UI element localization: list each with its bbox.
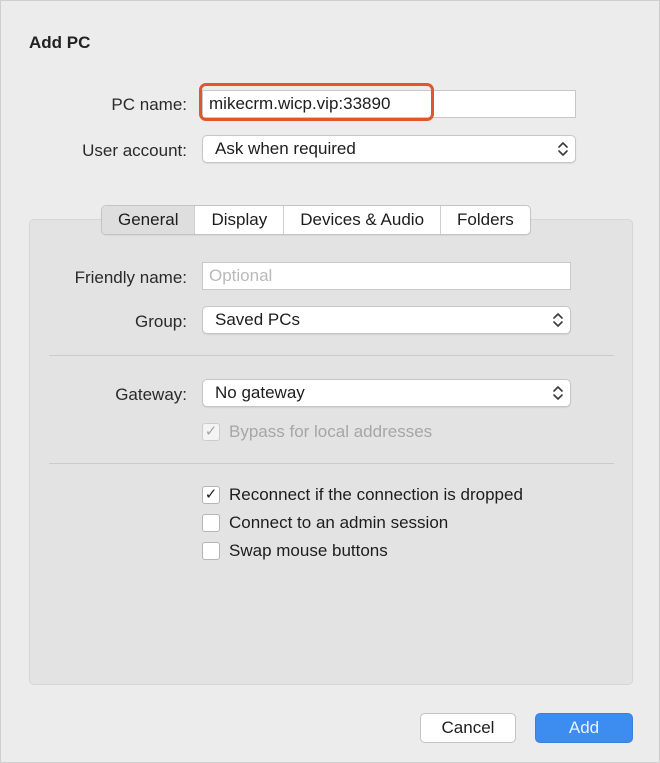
gateway-value: No gateway bbox=[215, 383, 305, 402]
gateway-select[interactable]: No gateway bbox=[202, 379, 571, 407]
user-account-value: Ask when required bbox=[215, 139, 356, 158]
gateway-label: Gateway: bbox=[115, 385, 187, 404]
group-select[interactable]: Saved PCs bbox=[202, 306, 571, 334]
reconnect-checkbox-row[interactable]: ✓ Reconnect if the connection is dropped bbox=[202, 485, 523, 505]
admin-session-checkbox[interactable] bbox=[202, 514, 220, 532]
tab-folders[interactable]: Folders bbox=[441, 206, 530, 234]
group-value: Saved PCs bbox=[215, 310, 301, 329]
user-account-label: User account: bbox=[82, 141, 187, 160]
swap-mouse-checkbox[interactable] bbox=[202, 542, 220, 560]
pc-name-highlight bbox=[199, 83, 434, 121]
user-account-select[interactable]: Ask when required bbox=[202, 135, 576, 163]
group-label: Group: bbox=[135, 312, 187, 331]
tab-devices-audio[interactable]: Devices & Audio bbox=[284, 206, 442, 234]
section-divider bbox=[49, 355, 614, 356]
bypass-label: Bypass for local addresses bbox=[229, 422, 433, 441]
friendly-name-label: Friendly name: bbox=[74, 268, 187, 287]
bypass-checkbox: ✓ bbox=[202, 423, 220, 441]
pc-name-label: PC name: bbox=[111, 95, 187, 114]
reconnect-checkbox[interactable]: ✓ bbox=[202, 486, 220, 504]
section-divider bbox=[49, 463, 614, 464]
chevron-updown-icon bbox=[553, 386, 563, 400]
chevron-updown-icon bbox=[553, 313, 563, 327]
tab-bar: General Display Devices & Audio Folders bbox=[101, 205, 531, 235]
add-button[interactable]: Add bbox=[535, 713, 633, 743]
friendly-name-input[interactable] bbox=[202, 262, 571, 290]
dialog-title: Add PC bbox=[29, 33, 91, 52]
add-pc-dialog: Add PC PC name: User account: Ask when r… bbox=[0, 0, 660, 763]
chevron-updown-icon bbox=[558, 142, 568, 156]
bypass-checkbox-row: ✓ Bypass for local addresses bbox=[202, 422, 432, 442]
swap-mouse-label: Swap mouse buttons bbox=[229, 541, 388, 560]
cancel-button[interactable]: Cancel bbox=[420, 713, 516, 743]
admin-session-label: Connect to an admin session bbox=[229, 513, 449, 532]
reconnect-label: Reconnect if the connection is dropped bbox=[229, 485, 523, 504]
admin-session-checkbox-row[interactable]: Connect to an admin session bbox=[202, 513, 448, 533]
swap-mouse-checkbox-row[interactable]: Swap mouse buttons bbox=[202, 541, 388, 561]
tab-general[interactable]: General bbox=[102, 206, 196, 234]
tab-display[interactable]: Display bbox=[195, 206, 285, 234]
